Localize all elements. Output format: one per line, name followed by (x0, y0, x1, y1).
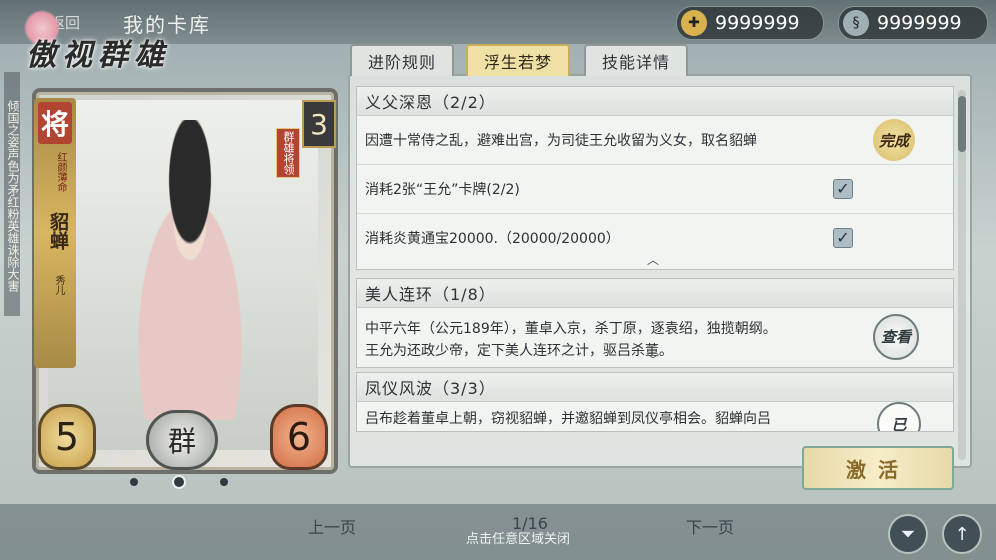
filter-icon[interactable]: ⏷ (888, 514, 928, 554)
close-hint: 点击任意区域关闭 (466, 532, 571, 547)
currency-gold-value: 9999999 (715, 12, 800, 34)
story-section-2: 美人连环（1/8） 中平六年（公元189年），董卓入京，杀丁原，逐袁绍，独揽朝纲… (356, 278, 954, 368)
story-section-1: 义父深恩（2/2） 因遭十常侍之乱，避难出宫，为司徒王允收留为义女，取名貂蝉 完… (356, 86, 954, 270)
requirement-text: 消耗炎黄通宝20000.（20000/20000） (365, 231, 620, 247)
prev-page-button[interactable]: 上一页 (308, 514, 356, 538)
card-hero-name: 貂蝉 (47, 212, 69, 250)
card-faction-medal: 群 (146, 410, 218, 470)
expand-chevron-icon[interactable]: ﹀ (647, 351, 659, 368)
card-page-dots (130, 474, 240, 490)
currency-jade-value: 9999999 (877, 12, 962, 34)
page-dot-active[interactable] (172, 475, 186, 489)
tab-skill-details[interactable]: 技能详情 (584, 44, 688, 76)
panel-scrollbar-thumb[interactable] (958, 96, 966, 152)
collapse-chevron-icon[interactable]: ︿ (647, 251, 659, 268)
section-title: 美人连环（1/8） (357, 279, 953, 308)
card-faction-tag: 群雄将领 (276, 128, 300, 178)
card-hero-alias: 秀儿 (53, 275, 64, 295)
card-hero-title: 红颜薄命 (55, 152, 66, 192)
game-logo: 傲视群雄 (26, 38, 170, 73)
currency-jade: § 9999999 (838, 6, 988, 40)
currency-gold: ✚ 9999999 (676, 6, 824, 40)
done-stamp-icon: 已 (877, 402, 921, 431)
hero-portrait (110, 120, 270, 420)
requirement-text: 消耗2张“王允”卡牌(2/2) (365, 182, 520, 198)
story-text-line: 中平六年（公元189年），董卓入京，杀丁原，逐袁绍，独揽朝纲。 (365, 321, 777, 337)
card-rank-badge: 将 (38, 102, 72, 144)
story-section-3: 凤仪风波（3/3） 吕布趁着董卓上朝，窃视貂蝉，并邀貂蝉到凤仪亭相会。貂蝉向吕 … (356, 372, 954, 432)
story-body: 吕布趁着董卓上朝，窃视貂蝉，并邀貂蝉到凤仪亭相会。貂蝉向吕 已 (357, 402, 953, 431)
activate-button[interactable]: 激活 (802, 446, 954, 490)
story-text: 因遭十常侍之乱，避难出宫，为司徒王允收留为义女，取名貂蝉 (365, 133, 757, 149)
card-attack: 5 (38, 404, 96, 470)
page-dot[interactable] (130, 478, 138, 486)
next-page-button[interactable]: 下一页 (686, 514, 734, 538)
story-row: 因遭十常侍之乱，避难出宫，为司徒王允收留为义女，取名貂蝉 完成 (357, 116, 953, 165)
card-health: 6 (270, 404, 328, 470)
complete-stamp-icon: 完成 (873, 119, 915, 161)
upload-arrow-icon[interactable]: ↑ (942, 514, 982, 554)
jade-icon: § (843, 10, 869, 36)
check-icon: ✓ (833, 228, 853, 248)
gold-coin-icon: ✚ (681, 10, 707, 36)
view-stamp-button[interactable]: 查看 (873, 314, 919, 360)
tab-advance-rules[interactable]: 进阶规则 (350, 44, 454, 76)
section-title: 凤仪风波（3/3） (357, 373, 953, 402)
requirement-row: 消耗2张“王允”卡牌(2/2) ✓ (357, 165, 953, 214)
page-dot[interactable] (220, 478, 228, 486)
card-cost: 3 (302, 100, 336, 148)
poem-strip: 倾国之姿声色为矛红粉英雄诛除大害 (4, 72, 20, 316)
section-title: 义父深恩（2/2） (357, 87, 953, 116)
story-text-line: 吕布趁着董卓上朝，窃视貂蝉，并邀貂蝉到凤仪亭相会。貂蝉向吕 (365, 411, 771, 427)
tab-floating-life[interactable]: 浮生若梦 (466, 44, 570, 76)
check-icon: ✓ (833, 179, 853, 199)
